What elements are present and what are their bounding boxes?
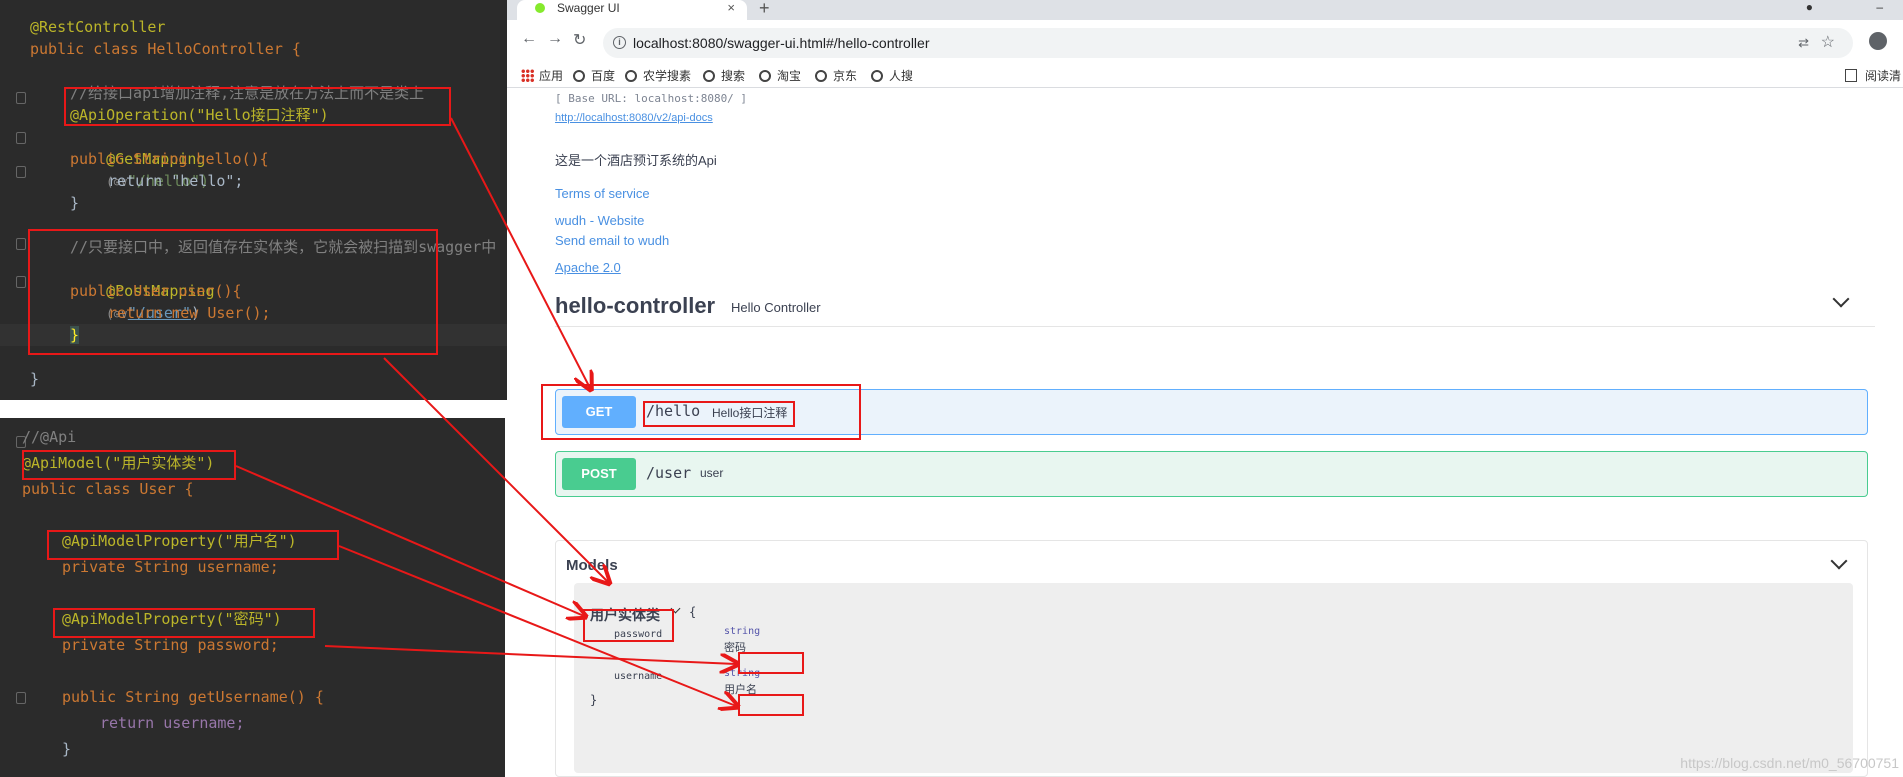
website-link[interactable]: wudh - Website — [555, 213, 644, 228]
site-info-icon[interactable]: i — [613, 36, 626, 49]
bookmark-item[interactable]: 百度 — [573, 68, 615, 84]
fold-icon[interactable] — [16, 132, 26, 144]
bookmark-item[interactable]: 搜索 — [703, 68, 745, 84]
email-link[interactable]: Send email to wudh — [555, 233, 669, 248]
reading-list-icon — [1844, 69, 1857, 82]
tag-name: hello-controller — [555, 293, 716, 318]
fold-icon[interactable] — [16, 166, 26, 178]
globe-icon — [815, 70, 827, 82]
code-line: @GetMapping (⊙∨"/hello") — [70, 126, 209, 190]
tag-section-header[interactable]: hello-controller Hello Controller — [555, 283, 1875, 327]
base-url: [ Base URL: localhost:8080/ ] — [555, 92, 748, 105]
chevron-down-icon[interactable] — [1830, 552, 1848, 570]
license-link[interactable]: Apache 2.0 — [555, 260, 621, 275]
api-description: 这是一个酒店预订系统的Api — [555, 153, 717, 168]
window-controls: ● – — [1746, 0, 1883, 14]
translate-icon[interactable]: ⇄ — [1798, 28, 1809, 58]
new-tab-button[interactable]: + — [759, 0, 770, 19]
browser-tab[interactable]: Swagger UI × — [517, 0, 747, 20]
annotation-box-password-desc — [738, 652, 804, 674]
terms-of-service-link[interactable]: Terms of service — [555, 186, 650, 201]
url-text: localhost:8080/swagger-ui.html#/hello-co… — [633, 35, 930, 51]
model-brace-close: } — [590, 693, 598, 707]
bookmark-apps[interactable]: 应用 — [521, 68, 563, 84]
annotation-box-username-desc — [738, 694, 804, 716]
watermark: https://blog.csdn.net/m0_56700751 — [1680, 755, 1899, 771]
models-title[interactable]: Models — [566, 557, 618, 574]
address-bar: ← → ↻ i localhost:8080/swagger-ui.html#/… — [507, 20, 1903, 64]
reading-list-button[interactable]: 阅读清 — [1844, 68, 1901, 84]
annotation-box-post-mapping — [28, 229, 438, 355]
model-brace-open: { — [689, 605, 697, 619]
code-line: public class HelloController { — [30, 40, 301, 58]
bookmark-item[interactable]: 淘宝 — [759, 68, 801, 84]
fold-icon[interactable] — [16, 692, 26, 704]
annotation-box-username-prop — [47, 530, 339, 560]
bookmark-item[interactable]: 京东 — [815, 68, 857, 84]
bookmark-item[interactable]: 人搜 — [871, 68, 913, 84]
method-badge-post: POST — [562, 458, 636, 490]
bookmark-star-icon[interactable]: ☆ — [1821, 28, 1835, 58]
globe-icon — [759, 70, 771, 82]
annotation-box-model-name — [583, 609, 674, 642]
bookmark-label: 淘宝 — [777, 69, 802, 83]
bookmark-label: 京东 — [833, 69, 858, 83]
close-tab-icon[interactable]: × — [727, 0, 735, 16]
fold-icon[interactable] — [16, 276, 26, 288]
profile-avatar-icon[interactable] — [1869, 32, 1887, 50]
chevron-down-icon[interactable] — [1832, 290, 1850, 308]
back-button[interactable]: ← — [521, 30, 537, 48]
bookmark-label: 应用 — [539, 69, 564, 83]
bookmark-label: 百度 — [591, 69, 616, 83]
code-comment: //@Api — [22, 428, 77, 446]
bookmark-label: 农学搜素 — [643, 69, 692, 83]
reload-button[interactable]: ↻ — [573, 30, 586, 50]
property-name: username — [614, 671, 663, 682]
code-line: return username; — [100, 714, 245, 732]
code-line: public String getUsername() { — [62, 688, 324, 706]
api-docs-link[interactable]: http://localhost:8080/v2/api-docs — [555, 112, 713, 124]
bookmark-label: 搜索 — [721, 69, 746, 83]
operation-path: /user — [646, 464, 692, 482]
reading-list-label: 阅读清 — [1864, 69, 1901, 83]
annotation-box-api-operation — [64, 87, 451, 126]
annotation-box-api-model — [22, 450, 236, 480]
annotation-box-get-summary — [643, 401, 795, 427]
code-line: } — [30, 370, 40, 388]
tab-strip: Swagger UI × + ● – — [507, 0, 1903, 20]
bookmark-label: 人搜 — [889, 69, 914, 83]
url-input[interactable]: i localhost:8080/swagger-ui.html#/hello-… — [603, 28, 1853, 58]
apps-grid-icon — [521, 69, 534, 82]
property-type: string — [724, 626, 761, 637]
operation-post-user[interactable]: POST /user user — [555, 451, 1868, 497]
globe-icon — [703, 70, 715, 82]
code-line: public class User { — [22, 480, 194, 498]
swagger-favicon-icon — [535, 3, 545, 13]
tab-title: Swagger UI — [557, 1, 620, 15]
globe-icon — [625, 70, 637, 82]
annotation-box-password-prop — [53, 608, 315, 638]
code-line: @RestController — [30, 18, 166, 36]
profile-dot-icon[interactable]: ● — [1806, 0, 1813, 14]
code-line: return "hello"; — [108, 172, 244, 190]
model-container: 用户实体类 { password string 密码 username stri… — [574, 583, 1853, 773]
minimize-button[interactable]: – — [1876, 0, 1883, 14]
operation-summary: user — [700, 466, 724, 480]
tag-description: Hello Controller — [731, 300, 821, 315]
bookmarks-bar: 应用 百度 农学搜素 搜索 淘宝 京东 人搜 阅读清 — [507, 64, 1903, 88]
code-line: } — [70, 194, 80, 212]
globe-icon — [871, 70, 883, 82]
code-line: public String hello(){ — [70, 150, 269, 168]
forward-button[interactable]: → — [547, 30, 563, 48]
globe-icon — [573, 70, 585, 82]
bookmark-item[interactable]: 农学搜素 — [625, 68, 691, 84]
fold-icon[interactable] — [16, 238, 26, 250]
fold-icon[interactable] — [16, 92, 26, 104]
code-line: } — [62, 740, 72, 758]
